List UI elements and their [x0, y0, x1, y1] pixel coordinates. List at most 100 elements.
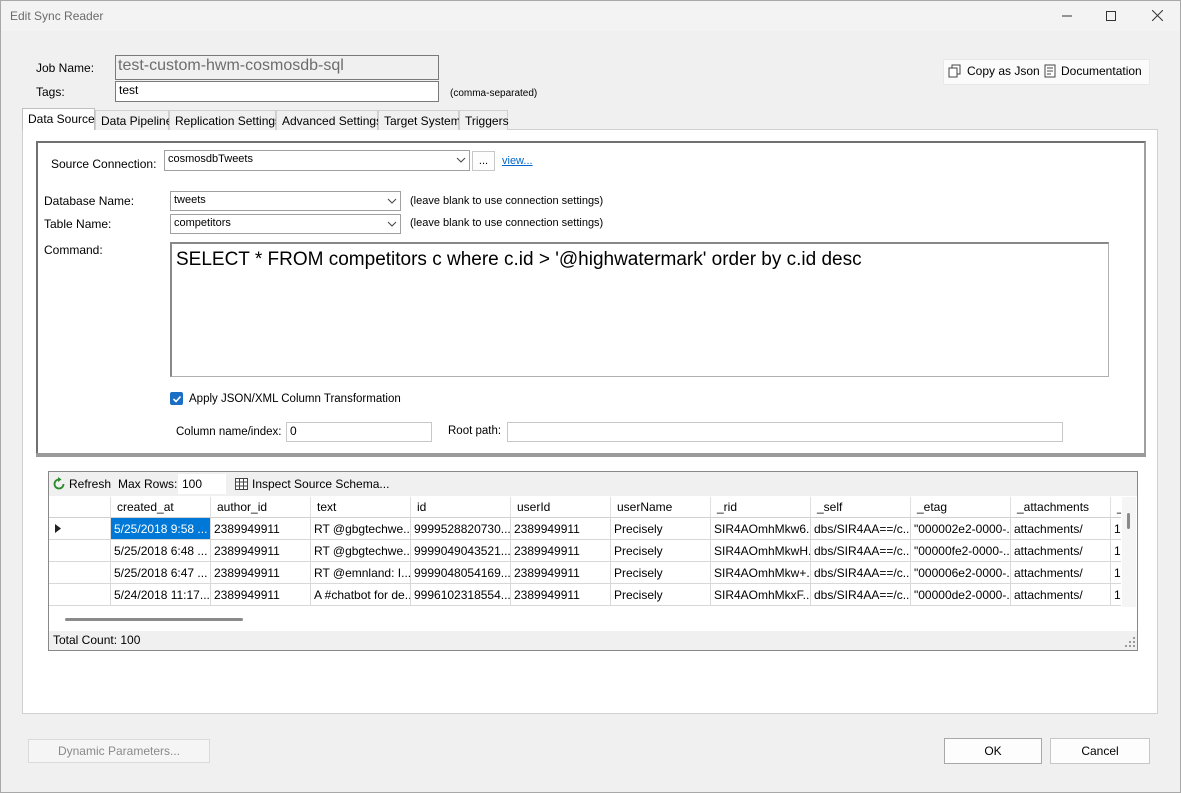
data-grid[interactable]: created_at author_id text id userId user…	[49, 497, 1121, 607]
minimize-button[interactable]	[1044, 0, 1090, 31]
grid-cell[interactable]: Precisely	[611, 540, 711, 562]
grid-cell[interactable]: Precisely	[611, 562, 711, 584]
column-index-input[interactable]: 0	[286, 422, 432, 442]
grid-cell[interactable]: "00000fe2-0000-...	[911, 540, 1011, 562]
grid-cell[interactable]: "000002e2-0000-...	[911, 518, 1011, 540]
row-header[interactable]	[49, 584, 111, 606]
tab-triggers[interactable]: Triggers	[459, 110, 509, 130]
grid-cell[interactable]: 2389949911	[511, 562, 611, 584]
grid-cell[interactable]: 2389949911	[211, 562, 311, 584]
tab-data-pipeline[interactable]: Data Pipeline	[95, 110, 172, 130]
grid-cell[interactable]: A #chatbot for de...	[311, 584, 411, 606]
column-header[interactable]: _	[1111, 497, 1121, 518]
grid-cell[interactable]: 1	[1111, 562, 1121, 584]
tags-hint: (comma-separated)	[450, 88, 538, 99]
column-header[interactable]: text	[311, 497, 411, 518]
column-header[interactable]: userId	[511, 497, 611, 518]
grid-cell[interactable]: 9996102318554...	[411, 584, 511, 606]
row-header[interactable]	[49, 518, 111, 540]
grid-cell[interactable]: SIR4AOmhMkw+...	[711, 562, 811, 584]
vertical-scroll-thumb[interactable]	[1127, 513, 1130, 529]
grid-cell[interactable]: SIR4AOmhMkw6...	[711, 518, 811, 540]
grid-cell[interactable]: 9999048054169...	[411, 562, 511, 584]
grid-cell[interactable]: 1	[1111, 540, 1121, 562]
grid-cell[interactable]: 2389949911	[211, 518, 311, 540]
grid-cell[interactable]: dbs/SIR4AA==/c...	[811, 584, 911, 606]
grid-cell[interactable]: 2389949911	[511, 540, 611, 562]
column-header[interactable]: created_at	[111, 497, 211, 518]
tab-advanced-settings[interactable]: Advanced Settings	[276, 110, 382, 130]
grid-cell[interactable]: Precisely	[611, 518, 711, 540]
table-row[interactable]: 5/24/2018 11:17... 2389949911 A #chatbot…	[49, 584, 1121, 606]
grid-cell[interactable]: Precisely	[611, 584, 711, 606]
close-button[interactable]	[1134, 0, 1180, 31]
grid-cell[interactable]: 2389949911	[511, 584, 611, 606]
table-row[interactable]: 5/25/2018 6:47 ... 2389949911 RT @emnlan…	[49, 562, 1121, 584]
view-connection-link[interactable]: view...	[502, 155, 533, 167]
grid-cell[interactable]: 5/25/2018 6:47 ...	[111, 562, 211, 584]
table-name-select[interactable]: competitors	[170, 214, 401, 234]
grid-cell[interactable]: dbs/SIR4AA==/c...	[811, 562, 911, 584]
grid-cell[interactable]: SIR4AOmhMkwH...	[711, 540, 811, 562]
grid-cell[interactable]: attachments/	[1011, 518, 1111, 540]
column-header[interactable]: _rid	[711, 497, 811, 518]
grid-cell[interactable]: dbs/SIR4AA==/c...	[811, 540, 911, 562]
copy-json-button[interactable]: Copy as Json	[948, 64, 1040, 78]
grid-cell[interactable]: RT @gbgtechwe...	[311, 518, 411, 540]
table-row[interactable]: 5/25/2018 9:58 ... 2389949911 RT @gbgtec…	[49, 518, 1121, 540]
grid-cell[interactable]: SIR4AOmhMkxF...	[711, 584, 811, 606]
grid-cell[interactable]: RT @gbgtechwe...	[311, 540, 411, 562]
refresh-button[interactable]: Refresh	[52, 472, 111, 496]
column-header[interactable]: author_id	[211, 497, 311, 518]
grid-cell[interactable]: 2389949911	[511, 518, 611, 540]
row-header[interactable]	[49, 562, 111, 584]
root-path-input[interactable]	[507, 422, 1063, 442]
grid-cell[interactable]: RT @emnland: I...	[311, 562, 411, 584]
grid-cell[interactable]: 5/25/2018 9:58 ...	[111, 518, 211, 540]
column-header[interactable]: _attachments	[1011, 497, 1111, 518]
column-header[interactable]: userName	[611, 497, 711, 518]
grid-cell[interactable]: attachments/	[1011, 584, 1111, 606]
source-connection-select[interactable]: cosmosdbTweets	[164, 150, 470, 171]
grid-cell[interactable]: 2389949911	[211, 540, 311, 562]
grid-cell[interactable]: 2389949911	[211, 584, 311, 606]
grid-cell[interactable]: 1	[1111, 518, 1121, 540]
chevron-down-icon	[387, 198, 397, 204]
max-rows-input[interactable]: 100	[178, 474, 226, 494]
maximize-button[interactable]	[1088, 0, 1134, 31]
row-header[interactable]	[49, 540, 111, 562]
horizontal-scroll-thumb[interactable]	[65, 618, 243, 621]
grid-cell[interactable]: dbs/SIR4AA==/c...	[811, 518, 911, 540]
tab-data-source[interactable]: Data Source	[22, 108, 95, 130]
column-header[interactable]: _etag	[911, 497, 1011, 518]
inspect-schema-button[interactable]: Inspect Source Schema...	[235, 472, 389, 496]
column-header[interactable]: id	[411, 497, 511, 518]
grid-cell[interactable]: "00000de2-0000-...	[911, 584, 1011, 606]
splitter[interactable]	[36, 453, 1146, 457]
database-name-select[interactable]: tweets	[170, 191, 401, 211]
documentation-button[interactable]: Documentation	[1044, 64, 1142, 78]
table-row[interactable]: 5/25/2018 6:48 ... 2389949911 RT @gbgtec…	[49, 540, 1121, 562]
tab-replication-settings[interactable]: Replication Settings	[169, 110, 281, 130]
column-header[interactable]: _self	[811, 497, 911, 518]
dynamic-parameters-button[interactable]: Dynamic Parameters...	[28, 739, 210, 763]
browse-connection-button[interactable]: ...	[472, 151, 495, 171]
cancel-button[interactable]: Cancel	[1050, 738, 1150, 764]
grid-cell[interactable]: 5/24/2018 11:17...	[111, 584, 211, 606]
grid-cell[interactable]: attachments/	[1011, 540, 1111, 562]
grid-cell[interactable]: 9999528820730...	[411, 518, 511, 540]
command-textarea[interactable]: SELECT * FROM competitors c where c.id >…	[170, 242, 1109, 377]
grid-cell[interactable]: 1	[1111, 584, 1121, 606]
database-name-hint: (leave blank to use connection settings)	[410, 195, 604, 207]
grid-cell[interactable]: "000006e2-0000-...	[911, 562, 1011, 584]
vertical-scrollbar[interactable]	[1122, 497, 1136, 607]
grid-cell[interactable]: 5/25/2018 6:48 ...	[111, 540, 211, 562]
job-name-input[interactable]: test-custom-hwm-cosmosdb-sql	[115, 55, 439, 80]
ok-button[interactable]: OK	[944, 738, 1042, 764]
grid-cell[interactable]: attachments/	[1011, 562, 1111, 584]
horizontal-scrollbar[interactable]	[49, 607, 1121, 631]
json-transform-checkbox[interactable]: Apply JSON/XML Column Transformation	[170, 392, 401, 405]
tags-input[interactable]: test	[115, 81, 439, 102]
tab-target-system[interactable]: Target System	[378, 110, 461, 130]
grid-cell[interactable]: 9999049043521...	[411, 540, 511, 562]
